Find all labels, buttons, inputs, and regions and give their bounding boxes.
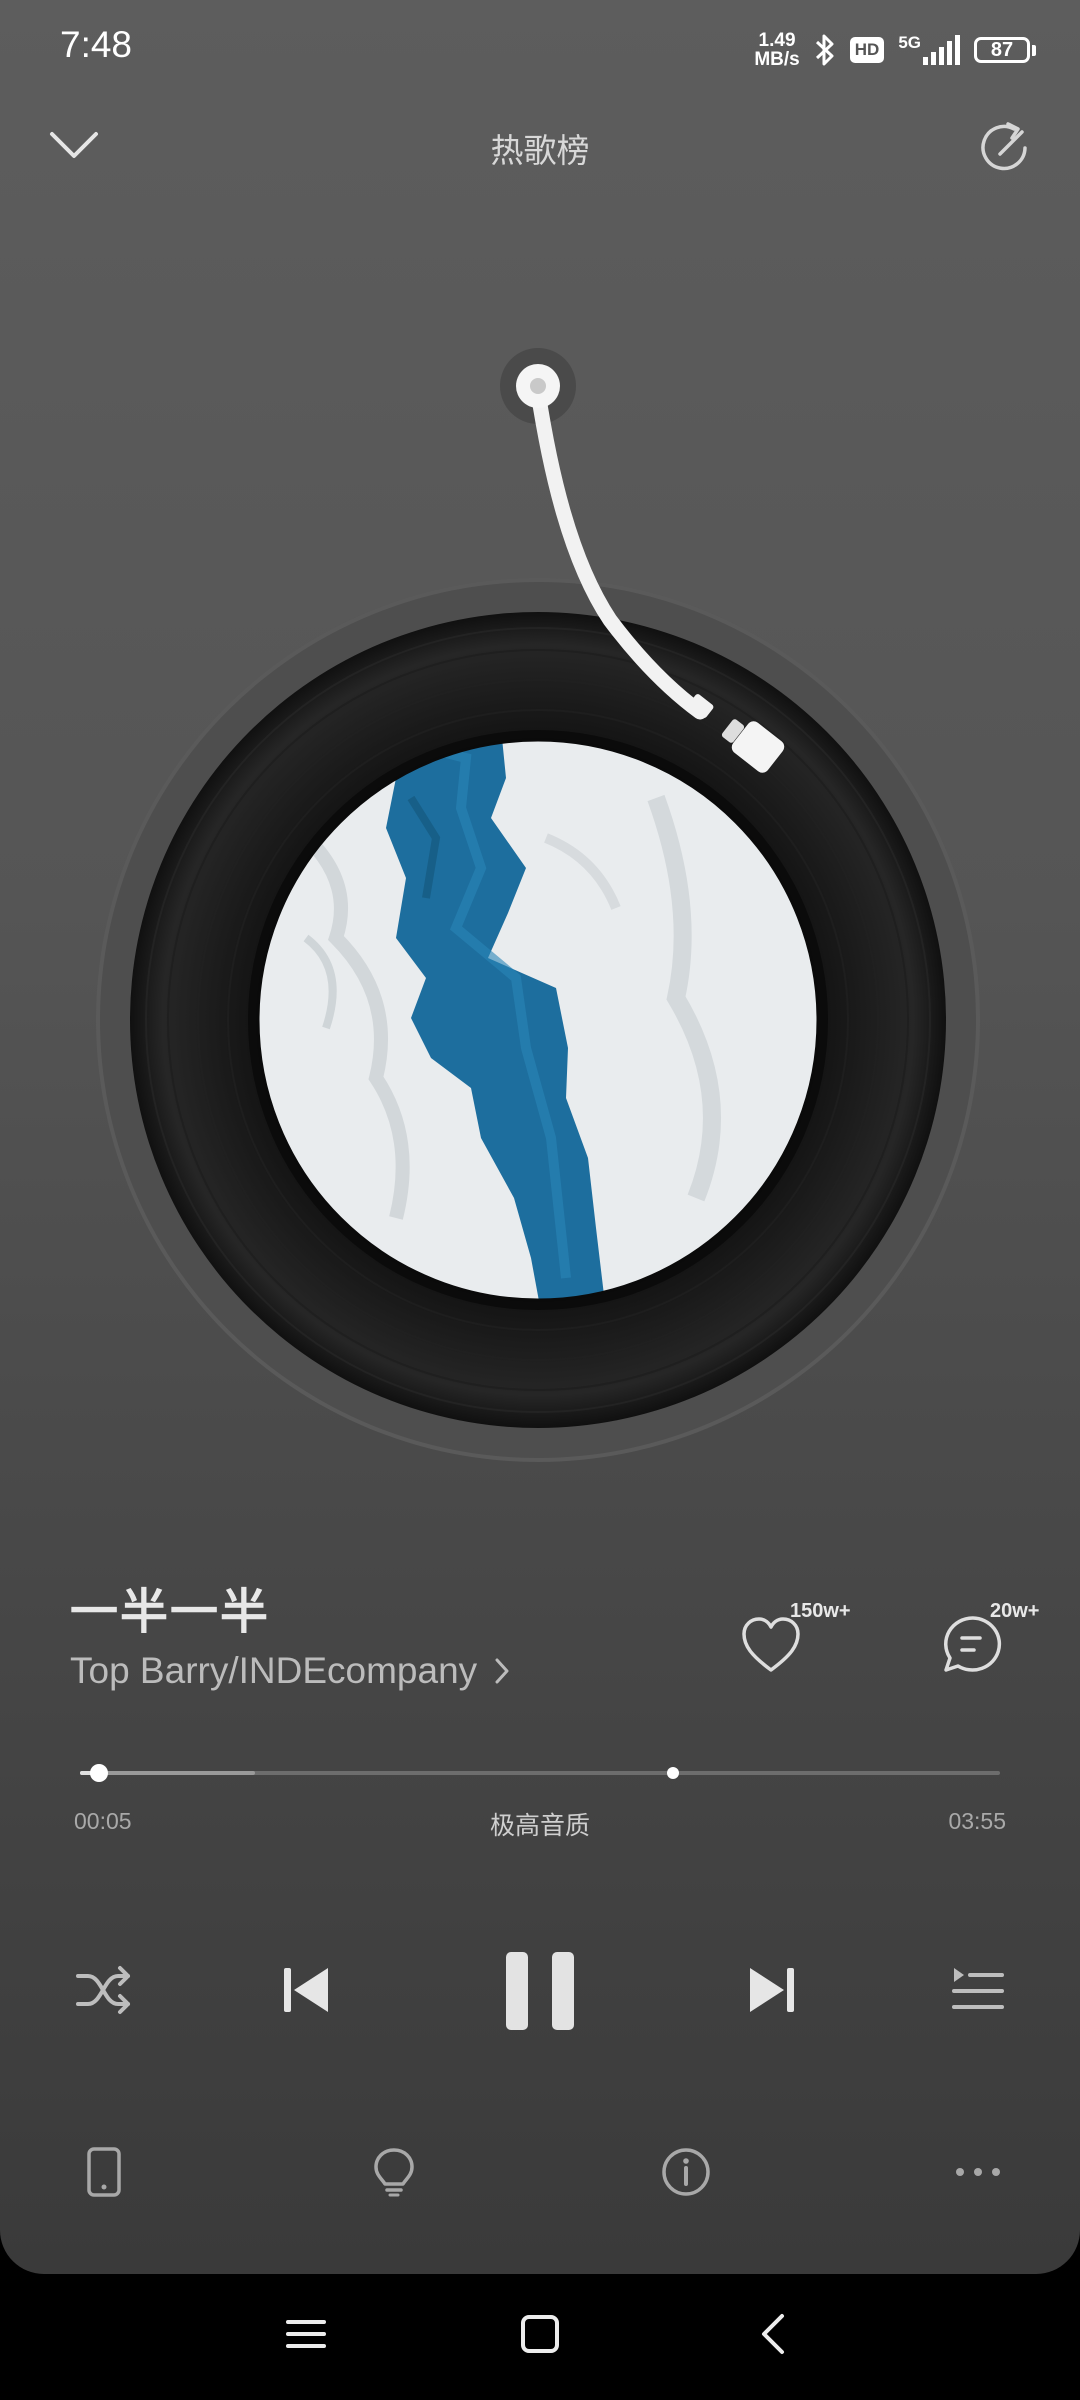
artist-link[interactable]: Top Barry/INDEcompany — [70, 1650, 511, 1692]
pause-icon[interactable] — [502, 1950, 578, 2032]
back-icon[interactable] — [750, 2310, 798, 2358]
phone-device-icon[interactable] — [78, 2146, 130, 2198]
climax-marker[interactable] — [667, 1767, 680, 1779]
playlist-icon[interactable] — [950, 1964, 1006, 2016]
comments-count: 20w+ — [990, 1600, 1040, 1622]
progress-thumb[interactable] — [90, 1764, 109, 1782]
progress-bar[interactable] — [80, 1764, 1000, 1782]
like-button[interactable]: 150w+ — [738, 1600, 858, 1690]
audio-quality-button[interactable]: 极高音质 — [0, 1806, 1080, 1842]
comment-button[interactable]: 20w+ — [940, 1600, 1060, 1690]
recent-apps-icon[interactable] — [282, 2310, 330, 2358]
info-icon[interactable] — [660, 2146, 712, 2198]
artist-name: Top Barry/INDEcompany — [70, 1650, 478, 1691]
lightbulb-icon[interactable] — [368, 2146, 420, 2198]
more-icon[interactable] — [952, 2146, 1004, 2198]
player-screen: 7:48 1.49 MB/s HD 5G 87 热歌榜 一半一半 Top Bar… — [0, 0, 1080, 2274]
chevron-right-icon — [495, 1658, 509, 1684]
total-time: 03:55 — [948, 1808, 1006, 1834]
skip-next-icon[interactable] — [746, 1964, 796, 2016]
skip-previous-icon[interactable] — [282, 1964, 332, 2016]
shuffle-icon[interactable] — [74, 1962, 134, 2018]
audio-quality-label: 极高音质 — [489, 1812, 590, 1840]
home-icon[interactable] — [516, 2310, 564, 2358]
song-title: 一半一半 — [70, 1586, 271, 1639]
likes-count: 150w+ — [790, 1600, 851, 1622]
tonearm — [500, 348, 785, 773]
